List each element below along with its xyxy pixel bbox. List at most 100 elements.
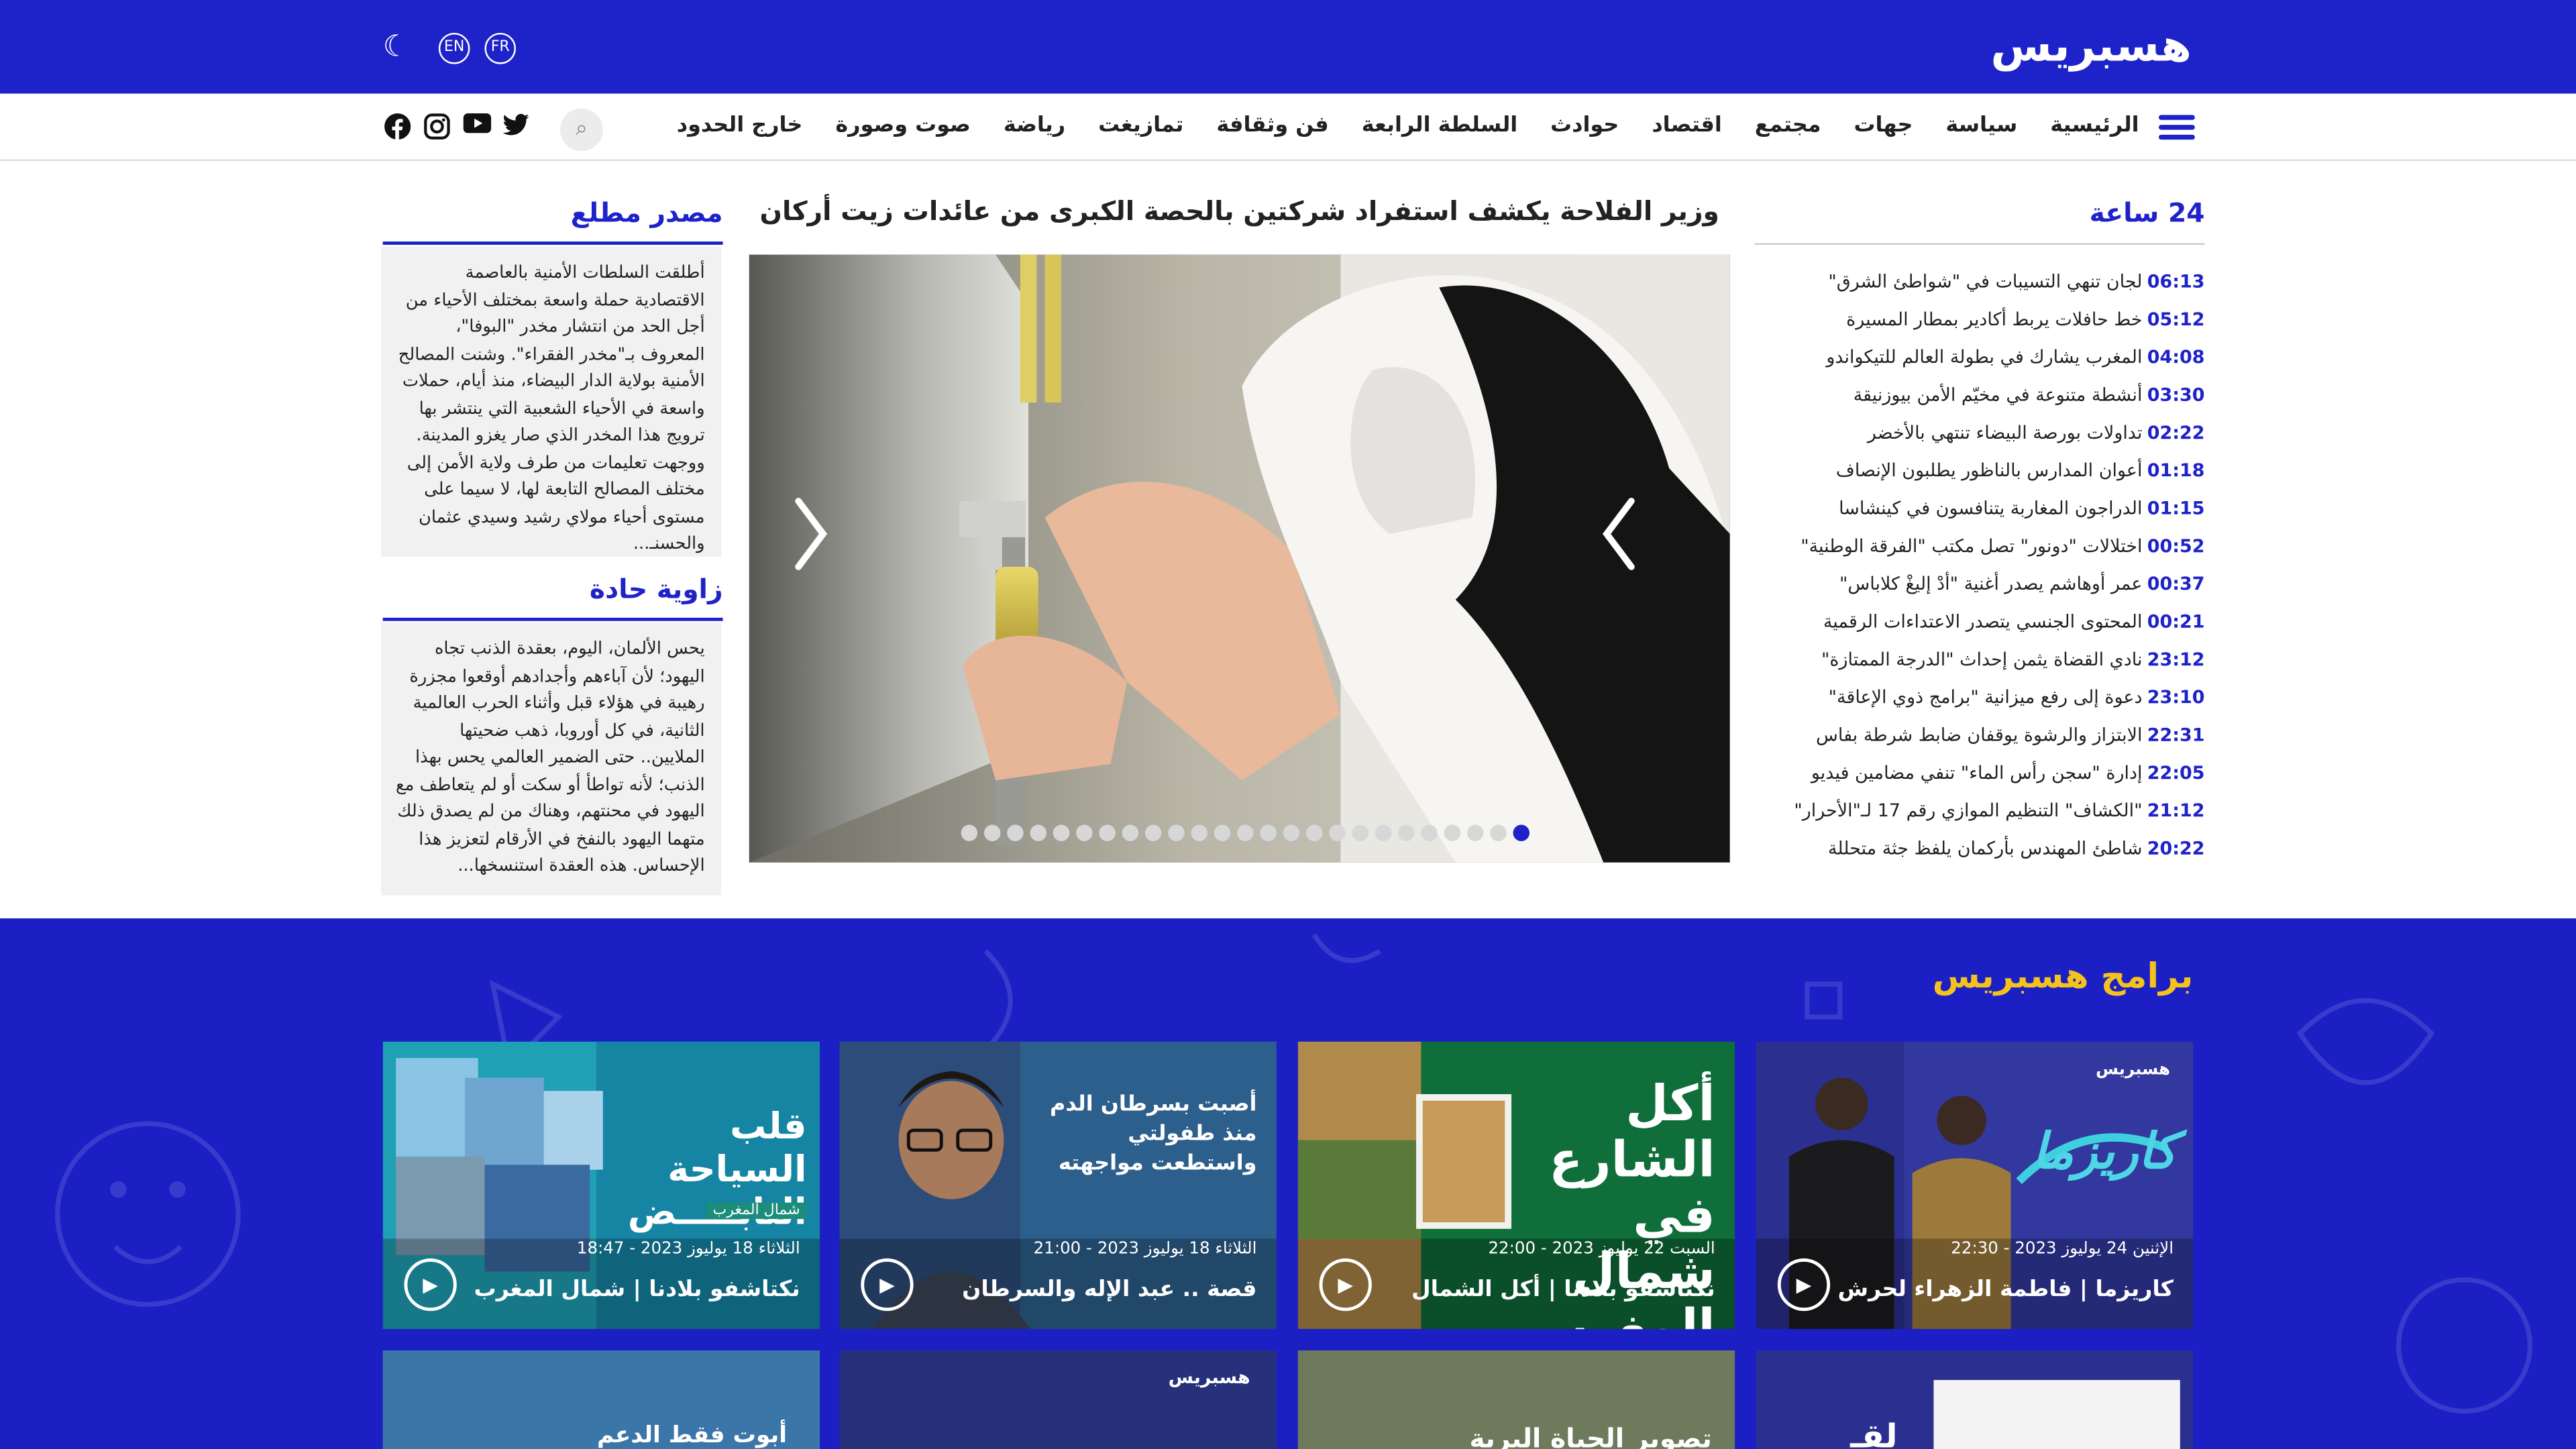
program-card-cancer-story[interactable]: أصبت بسرطان الدم منذ طفولتي واستطعت مواج…	[839, 1041, 1277, 1330]
nav-item-economy[interactable]: اقتصاد	[1652, 113, 1721, 138]
play-icon[interactable]: ▶	[1777, 1258, 1831, 1311]
news24-text[interactable]: تداولات بورصة البيضاء تنتهي بالأخضر	[1868, 422, 2143, 460]
news24-section-title[interactable]: 24 ساعة	[2090, 197, 2205, 229]
slider-dot[interactable]	[1398, 824, 1415, 841]
site-logo[interactable]: هسبريس	[1990, 21, 2193, 72]
news24-text[interactable]: الدراجون المغاربة يتنافسون في كينشاسا	[1839, 498, 2142, 535]
news24-text[interactable]: "الكشاف" التنظيم الموازي رقم 17 لـ"الأحر…	[1794, 800, 2142, 838]
program-card-row2-3[interactable]: هسبريس	[839, 1350, 1277, 1449]
lang-en-button[interactable]: EN	[438, 32, 470, 64]
slider-dot[interactable]	[1122, 824, 1139, 841]
slider-dot[interactable]	[1490, 824, 1507, 841]
play-icon[interactable]: ▶	[861, 1258, 914, 1311]
slider-dot[interactable]	[1053, 824, 1070, 841]
news24-item[interactable]: 01:18 أعوان المدارس بالناظور يطلبون الإنص…	[1761, 460, 2205, 498]
news24-item[interactable]: 06:13 لجان تنهي التسيبات في "شواطئ الشرق"	[1761, 271, 2204, 309]
moon-icon[interactable]: ☾	[383, 30, 410, 64]
nav-item-home[interactable]: الرئيسية	[2050, 113, 2139, 138]
lang-fr-button[interactable]: FR	[484, 32, 516, 64]
source-excerpt[interactable]: أطلقت السلطات الأمنية بالعاصمة الاقتصادي…	[381, 246, 722, 557]
slider-dot[interactable]	[1260, 824, 1277, 841]
nav-item-audio-video[interactable]: صوت وصورة	[835, 113, 970, 138]
news24-item[interactable]: 00:52 اختلالات "دونور" تصل مكتب "الفرقة ا…	[1761, 535, 2204, 573]
news24-item[interactable]: 01:15 الدراجون المغاربة يتنافسون في كينشا…	[1761, 498, 2204, 535]
news24-text[interactable]: دعوة إلى رفع ميزانية "برامج ذوي الإعاقة"	[1829, 687, 2143, 724]
news24-item[interactable]: 02:22 تداولات بورصة البيضاء تنتهي بالأخضر	[1761, 422, 2205, 460]
slider-dot[interactable]	[1099, 824, 1116, 841]
main-slider-image[interactable]	[749, 254, 1730, 863]
slider-dot[interactable]	[983, 824, 1001, 841]
news24-text[interactable]: شاطئ المهندس بأركمان يلفظ جثة متحللة	[1828, 838, 2143, 875]
slider-dot[interactable]	[1421, 824, 1438, 841]
news24-text[interactable]: المغرب يشارك في بطولة العالم للتيكواندو	[1826, 347, 2142, 384]
program-card-row2-2[interactable]: تصوير الحياة البرية	[1297, 1350, 1735, 1449]
slider-dot[interactable]	[1191, 824, 1208, 841]
news24-item[interactable]: 20:22 شاطئ المهندس بأركمان يلفظ جثة متحلل…	[1761, 838, 2205, 875]
program-card-row2-1[interactable]: لقـ	[1756, 1350, 2194, 1449]
search-icon[interactable]: ⌕	[560, 108, 603, 152]
slider-dot[interactable]	[1168, 824, 1185, 841]
nav-item-regions[interactable]: جهات	[1854, 113, 1913, 138]
nav-item-sports[interactable]: رياضة	[1004, 113, 1065, 138]
slider-dot[interactable]	[1329, 824, 1346, 841]
slider-dot[interactable]	[1513, 824, 1530, 841]
angle-excerpt[interactable]: يحس الألمان، اليوم، بعقدة الذنب تجاه الي…	[381, 623, 722, 896]
main-headline[interactable]: وزير الفلاحة يكشف استفراد شركتين بالحصة …	[749, 195, 1730, 227]
facebook-icon[interactable]	[384, 113, 411, 140]
news24-text[interactable]: الابتزاز والرشوة يوقفان ضابط شرطة بفاس	[1816, 724, 2142, 762]
nav-item-society[interactable]: مجتمع	[1755, 113, 1821, 138]
nav-item-politics[interactable]: سياسة	[1945, 113, 2017, 138]
angle-section-title[interactable]: زاوية حادة	[590, 574, 723, 605]
news24-item[interactable]: 22:05 إدارة "سجن رأس الماء" تنفي مضامين ف…	[1761, 762, 2205, 800]
news24-text[interactable]: المحتوى الجنسي يتصدر الاعتداءات الرقمية	[1823, 611, 2143, 649]
slider-dot[interactable]	[1237, 824, 1254, 841]
news24-item[interactable]: 04:08 المغرب يشارك في بطولة العالم للتيكو…	[1761, 347, 2204, 384]
hamburger-menu-icon[interactable]	[2158, 115, 2195, 141]
programs-title[interactable]: برامج هسبريس	[1933, 956, 2194, 996]
news24-text[interactable]: نادي القضاة يثمن إحداث "الدرجة الممتازة"	[1821, 649, 2142, 686]
news24-text[interactable]: خط حافلات يربط أكادير بمطار المسيرة	[1846, 309, 2142, 346]
news24-item[interactable]: 05:12 خط حافلات يربط أكادير بمطار المسيرة	[1761, 309, 2204, 346]
slider-dot[interactable]	[1375, 824, 1392, 841]
play-icon[interactable]: ▶	[404, 1258, 457, 1311]
play-icon[interactable]: ▶	[1319, 1258, 1372, 1311]
news24-text[interactable]: أعوان المدارس بالناظور يطلبون الإنصاف	[1836, 460, 2143, 498]
source-section-title[interactable]: مصدر مطلع	[571, 197, 723, 229]
slider-dot[interactable]	[1466, 824, 1484, 841]
program-card-charisma[interactable]: هسبريس كاريزما الإثنين 24 يوليوز 2023 - …	[1756, 1041, 2194, 1330]
slider-dot[interactable]	[1076, 824, 1093, 841]
nav-item-fourth-power[interactable]: السلطة الرابعة	[1362, 113, 1518, 138]
news24-item[interactable]: 03:30 أنشطة متنوعة في مخيّم الأمن بيوزنيق…	[1761, 384, 2205, 422]
news24-item[interactable]: 21:12 "الكشاف" التنظيم الموازي رقم 17 لـ"…	[1761, 800, 2204, 838]
nav-item-abroad[interactable]: خارج الحدود	[677, 113, 803, 138]
news24-text[interactable]: أنشطة متنوعة في مخيّم الأمن بيوزنيقة	[1854, 384, 2143, 422]
program-card-street-food[interactable]: أكل الشارع في شمال المغرب السبت 22 يوليو…	[1297, 1041, 1735, 1330]
news24-item[interactable]: 22:31 الابتزاز والرشوة يوقفان ضابط شرطة ب…	[1761, 724, 2204, 762]
slider-dot[interactable]	[1030, 824, 1047, 841]
news24-text[interactable]: لجان تنهي التسيبات في "شواطئ الشرق"	[1828, 271, 2142, 309]
news24-item[interactable]: 23:10 دعوة إلى رفع ميزانية "برامج ذوي الإ…	[1761, 687, 2205, 724]
nav-item-culture[interactable]: فن وثقافة	[1216, 113, 1328, 138]
news24-time: 21:12	[2147, 800, 2205, 822]
program-card-row2-4[interactable]: أبوت فقط الدعم	[382, 1350, 820, 1449]
slider-dot[interactable]	[1144, 824, 1162, 841]
nav-item-tamazight[interactable]: تمازيغت	[1098, 113, 1183, 138]
slider-dot[interactable]	[961, 824, 978, 841]
news24-text[interactable]: عمر أوهاشم يصدر أغنية "أدْ إليغْ كلاباس"	[1839, 574, 2142, 611]
instagram-icon[interactable]	[424, 113, 450, 140]
news24-text[interactable]: إدارة "سجن رأس الماء" تنفي مضامين فيديو	[1811, 762, 2143, 800]
program-card-north-morocco[interactable]: قلب السياحة النابـــــض شمال المغرب الثل…	[382, 1041, 820, 1330]
news24-item[interactable]: 00:21 المحتوى الجنسي يتصدر الاعتداءات الر…	[1761, 611, 2205, 649]
slider-dot[interactable]	[1352, 824, 1369, 841]
slider-dot[interactable]	[1283, 824, 1300, 841]
slider-dot[interactable]	[1305, 824, 1323, 841]
news24-item[interactable]: 23:12 نادي القضاة يثمن إحداث "الدرجة المم…	[1761, 649, 2205, 686]
youtube-icon[interactable]	[463, 113, 492, 140]
slider-dot[interactable]	[1444, 824, 1461, 841]
slider-dot[interactable]	[1214, 824, 1231, 841]
news24-item[interactable]: 00:37 عمر أوهاشم يصدر أغنية "أدْ إليغْ كل…	[1761, 574, 2205, 611]
news24-text[interactable]: اختلالات "دونور" تصل مكتب "الفرقة الوطني…	[1801, 535, 2142, 573]
twitter-icon[interactable]	[502, 113, 529, 140]
nav-item-incidents[interactable]: حوادث	[1550, 113, 1619, 138]
slider-dot[interactable]	[1007, 824, 1024, 841]
